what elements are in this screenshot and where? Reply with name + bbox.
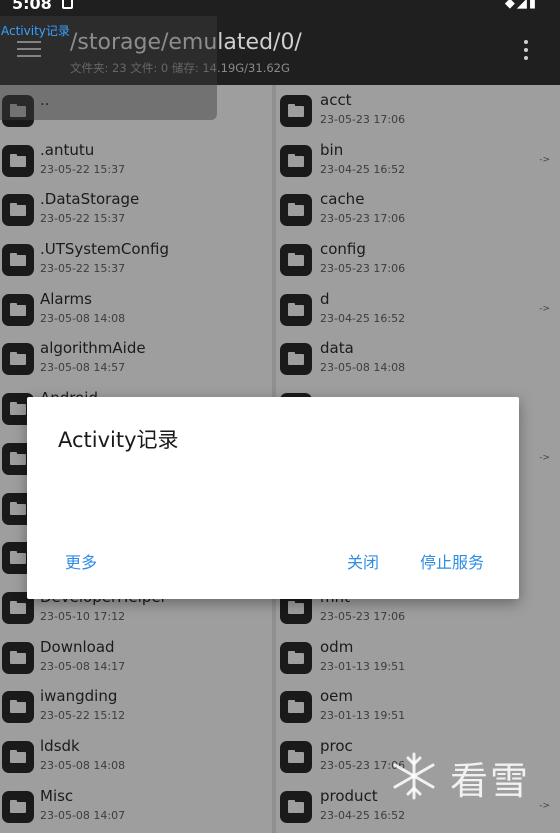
file-row[interactable]: Misc 23-05-08 14:07 <box>0 781 272 831</box>
file-name: Alarms <box>40 289 92 308</box>
file-row[interactable]: iwangding 23-05-22 15:12 <box>0 681 272 731</box>
file-date: 23-05-08 14:08 <box>320 361 406 375</box>
file-name: product <box>320 786 378 805</box>
stop-service-button[interactable]: 停止服务 <box>420 549 484 573</box>
file-name: odm <box>320 637 354 656</box>
file-date: 23-05-08 14:57 <box>40 361 126 375</box>
file-name: bin <box>320 140 344 159</box>
file-date: 23-05-23 17:06 <box>320 609 406 623</box>
system-status-icons: ◆◢▮ <box>504 0 538 11</box>
folder-icon <box>280 740 312 773</box>
file-date: 23-04-25 16:52 <box>320 311 406 325</box>
file-name: oem <box>320 687 354 706</box>
folder-icon <box>280 293 312 326</box>
folder-icon <box>2 641 34 674</box>
file-date: 23-05-22 15:37 <box>40 212 126 226</box>
folder-icon <box>280 790 312 823</box>
file-name: acct <box>320 91 352 109</box>
symlink-indicator: -> <box>539 452 550 463</box>
symlink-indicator: -> <box>539 303 550 314</box>
file-date: 23-05-08 14:08 <box>40 758 126 772</box>
folder-icon <box>2 343 34 376</box>
file-name: .UTSystemConfig <box>40 240 169 259</box>
file-name: Misc <box>40 786 74 805</box>
file-date: 23-04-25 16:52 <box>320 162 406 176</box>
folder-icon <box>280 95 312 127</box>
folder-icon <box>280 691 312 724</box>
folder-icon <box>2 790 34 823</box>
symlink-indicator: -> <box>539 800 550 811</box>
file-row[interactable]: config 23-05-23 17:06 <box>276 234 560 284</box>
file-row[interactable]: Alarms 23-05-08 14:08 <box>0 284 272 334</box>
file-name: .DataStorage <box>40 190 140 209</box>
file-name: data <box>320 339 354 358</box>
more-button[interactable]: 更多 <box>65 549 97 573</box>
file-row[interactable]: data 23-05-08 14:08 <box>276 333 560 383</box>
symlink-indicator: -> <box>539 154 550 165</box>
status-time: 5:08 <box>12 0 52 13</box>
file-row[interactable]: .antutu 23-05-22 15:37 <box>0 135 272 185</box>
file-name: Download <box>40 637 115 656</box>
close-button[interactable]: 关闭 <box>347 549 379 573</box>
folder-icon <box>2 293 34 326</box>
activity-log-dialog: Activity记录 更多 关闭 停止服务 <box>27 397 519 599</box>
file-name: .antutu <box>40 140 95 159</box>
folder-icon <box>280 343 312 376</box>
folder-icon <box>280 194 312 227</box>
file-date: 23-05-23 17:06 <box>320 262 406 276</box>
file-row[interactable]: Download 23-05-08 14:17 <box>0 632 272 682</box>
file-row[interactable]: .DataStorage 23-05-22 15:37 <box>0 184 272 234</box>
file-name: d <box>320 289 330 308</box>
file-row[interactable]: d 23-04-25 16:52 -> <box>276 284 560 334</box>
more-options-icon[interactable] <box>524 40 528 64</box>
file-name: algorithmAide <box>40 339 146 358</box>
file-date: 23-05-22 15:37 <box>40 262 126 276</box>
dialog-title: Activity记录 <box>58 428 179 452</box>
file-date: 23-01-13 19:51 <box>320 709 406 723</box>
folder-icon <box>280 144 312 177</box>
watermark-text: 看雪 <box>450 759 531 803</box>
file-date: 23-05-08 14:17 <box>40 659 126 673</box>
file-date: 23-05-23 17:06 <box>320 212 406 226</box>
file-row[interactable]: acct 23-05-23 17:06 <box>276 85 560 135</box>
file-row[interactable]: .UTSystemConfig 23-05-22 15:37 <box>0 234 272 284</box>
file-name: ldsdk <box>40 736 80 755</box>
status-bar: 5:08 ◆◢▮ <box>0 0 560 14</box>
file-row[interactable]: oem 23-01-13 19:51 <box>276 681 560 731</box>
file-date: 23-05-23 17:06 <box>320 113 406 126</box>
file-date: 23-05-10 17:12 <box>40 609 126 623</box>
file-row[interactable]: ldsdk 23-05-08 14:08 <box>0 731 272 781</box>
file-name: proc <box>320 736 353 755</box>
folder-icon <box>2 244 34 277</box>
file-date: 23-05-22 15:12 <box>40 709 126 723</box>
file-row[interactable]: algorithmAide 23-05-08 14:57 <box>0 333 272 383</box>
overlay-label: Activity记录 <box>1 24 70 38</box>
folder-icon <box>280 641 312 674</box>
folder-icon <box>2 144 34 177</box>
file-date: 23-05-08 14:07 <box>40 808 126 822</box>
file-row[interactable]: odm 23-01-13 19:51 <box>276 632 560 682</box>
file-row[interactable]: bin 23-04-25 16:52 -> <box>276 135 560 185</box>
folder-icon <box>2 691 34 724</box>
folder-icon <box>280 244 312 277</box>
folder-icon <box>2 194 34 227</box>
snowflake-icon <box>393 752 435 800</box>
file-date: 23-04-25 16:52 <box>320 808 406 822</box>
file-row[interactable]: cache 23-05-23 17:06 <box>276 184 560 234</box>
file-name: config <box>320 240 366 259</box>
file-name: cache <box>320 190 365 209</box>
file-date: 23-05-22 15:37 <box>40 162 126 176</box>
folder-icon <box>2 740 34 773</box>
file-date: 23-05-08 14:08 <box>40 311 126 325</box>
notification-icon <box>62 0 73 9</box>
file-name: iwangding <box>40 687 118 706</box>
file-date: 23-01-13 19:51 <box>320 659 406 673</box>
